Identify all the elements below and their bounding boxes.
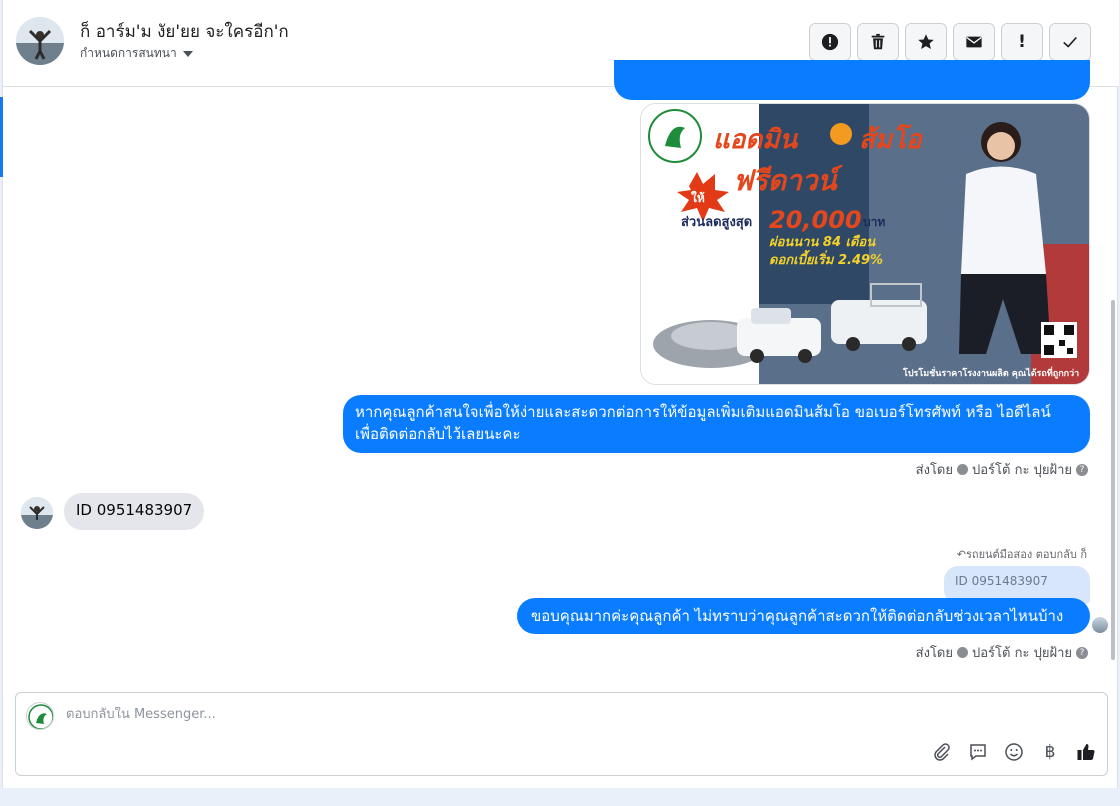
reply-note-text: รถยนต์มือสอง ตอบกลับ ก็	[966, 548, 1087, 561]
promo-installment: ผ่อนนาน 84 เดือน	[769, 234, 876, 250]
incoming-message: ID 0951483907	[64, 493, 205, 530]
mark-unread-button[interactable]	[953, 23, 995, 61]
verified-icon	[957, 647, 968, 658]
like-button[interactable]	[1075, 741, 1097, 763]
scrollbar[interactable]	[1111, 300, 1115, 660]
check-icon	[1063, 36, 1077, 48]
sent-by-label: ส่งโดย	[915, 463, 953, 478]
conversation-toolbar: !	[809, 23, 1091, 61]
help-icon[interactable]: ?	[1076, 463, 1088, 476]
exclamation-icon: !	[1018, 32, 1026, 52]
attach-button[interactable]	[931, 741, 953, 763]
composer-tools: ฿	[931, 741, 1097, 763]
contact-avatar-small[interactable]	[21, 497, 53, 529]
reply-note: ↶รถยนต์มือสอง ตอบกลับ ก็	[957, 545, 1087, 563]
promo-discount-unit: บาท	[863, 215, 885, 229]
delete-button[interactable]	[857, 23, 899, 61]
report-button[interactable]	[809, 23, 851, 61]
selected-thread-indicator	[0, 97, 3, 177]
alert-circle-icon	[821, 33, 839, 51]
payment-button[interactable]: ฿	[1039, 741, 1061, 763]
promo-discount-prefix: ส่วนลดสูงสุด	[681, 215, 752, 230]
done-button[interactable]	[1049, 23, 1091, 61]
promo-headline: ฟรีดาวน์	[733, 164, 844, 197]
paperclip-icon	[934, 743, 950, 761]
star-button[interactable]	[905, 23, 947, 61]
promo-title-left: แอดมิน	[713, 125, 798, 155]
sent-by-line: ส่งโดย ปอร์โต้ กะ ปุยฝ้าย ?	[916, 459, 1088, 480]
saved-replies-button[interactable]	[967, 741, 989, 763]
outgoing-message-partial	[614, 60, 1090, 100]
outgoing-message: ขอบคุณมากค่ะคุณลูกค้า ไม่ทราบว่าคุณลูกค้…	[517, 598, 1090, 647]
reply-arrow-icon: ↶	[956, 548, 966, 561]
assign-label: กำหนดการสนทนา	[80, 46, 177, 60]
reply-input[interactable]	[66, 707, 966, 722]
page-avatar	[26, 702, 54, 730]
promo-discount-value: 20,000	[769, 206, 862, 234]
sent-by-name[interactable]: ปอร์โต้ กะ ปุยฝ้าย	[972, 459, 1072, 480]
chat-bubble-icon	[970, 744, 986, 761]
conversation-panel: ก็ อาร์ม'ม งัย'ยย จะใครอีก'ก กำหนดการสนท…	[0, 0, 1119, 788]
envelope-icon	[966, 36, 982, 48]
baht-icon: ฿	[1044, 742, 1056, 762]
star-icon	[918, 34, 934, 50]
thumbs-up-icon	[1077, 744, 1095, 760]
smiley-icon	[1005, 743, 1023, 761]
verified-icon	[957, 464, 968, 475]
help-icon[interactable]: ?	[1076, 646, 1088, 659]
seen-avatar	[1092, 617, 1108, 633]
sent-by-label: ส่งโดย	[915, 646, 953, 661]
promo-title-right: ส้มโอ	[859, 123, 923, 155]
outgoing-message: หากคุณลูกค้าสนใจเพื่อให้ง่ายและสะดวกต่อก…	[343, 395, 1090, 453]
assign-conversation-dropdown[interactable]: กำหนดการสนทนา	[80, 44, 193, 63]
promo-badge: ให้	[691, 190, 705, 205]
contact-name[interactable]: ก็ อาร์ม'ม งัย'ยย จะใครอีก'ก	[80, 18, 289, 45]
sent-by-line: ส่งโดย ปอร์โต้ กะ ปุยฝ้าย ?	[916, 642, 1088, 663]
trash-icon	[871, 33, 885, 50]
follow-up-button[interactable]: !	[1001, 23, 1043, 61]
reply-composer: ฿	[15, 692, 1108, 776]
promo-image-message[interactable]: แอดมิน ส้มโอ ให้ ฟรีดาวน์ ส่วนลดสูงสุด 2…	[640, 103, 1090, 385]
caret-down-icon	[182, 50, 193, 57]
contact-avatar[interactable]	[16, 17, 64, 65]
emoji-button[interactable]	[1003, 741, 1025, 763]
sent-by-name[interactable]: ปอร์โต้ กะ ปุยฝ้าย	[972, 642, 1072, 663]
